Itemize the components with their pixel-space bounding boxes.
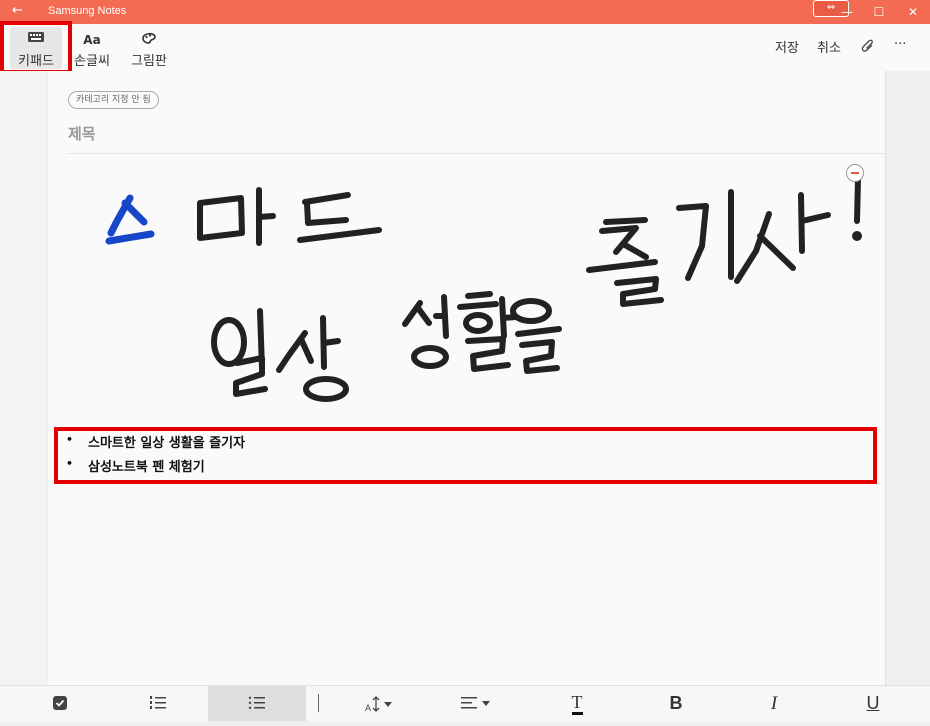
text-color-icon: T — [571, 692, 583, 715]
drawing-mode-button[interactable]: 그림판 — [123, 27, 175, 69]
font-size-icon: A — [365, 696, 392, 713]
italic-button[interactable]: I — [749, 686, 799, 721]
note-toolbar: 키패드 Aa 손글씨 그림판 저장 취소 ··· — [0, 24, 930, 72]
align-button[interactable] — [452, 686, 502, 721]
italic-icon: I — [770, 693, 778, 714]
toolbar-separator — [318, 694, 319, 712]
maximize-button[interactable]: ☐ — [864, 2, 894, 22]
handwriting-mode-button[interactable]: Aa 손글씨 — [66, 27, 118, 69]
remove-drawing-icon[interactable] — [846, 164, 864, 182]
cancel-button[interactable]: 취소 — [817, 37, 841, 56]
handwriting-line-1-blue — [105, 194, 155, 245]
right-margin — [885, 71, 930, 685]
more-options-icon[interactable]: ··· — [894, 37, 906, 52]
minimize-button[interactable]: — — [832, 2, 862, 22]
highlight-keypad-box — [0, 21, 72, 74]
palette-icon — [123, 30, 175, 50]
bullet-list-icon — [248, 696, 265, 709]
title-bar: ← Samsung Notes ⇔ — ☐ ✕ — [0, 0, 930, 24]
font-size-button[interactable]: A — [355, 686, 405, 721]
back-arrow-icon[interactable]: ← — [12, 3, 23, 18]
app-title: Samsung Notes — [48, 5, 127, 17]
checkbox-button[interactable] — [35, 686, 85, 721]
checkbox-icon — [53, 696, 67, 710]
highlight-list-box — [54, 427, 877, 484]
underline-button[interactable]: U — [848, 686, 898, 721]
format-toolbar: A T B I U — [0, 685, 930, 721]
handwriting-icon: Aa — [83, 33, 101, 47]
handwriting-line-1-black — [197, 187, 382, 246]
bold-button[interactable]: B — [651, 686, 701, 721]
drawing-mode-label: 그림판 — [131, 54, 167, 69]
close-button[interactable]: ✕ — [898, 2, 928, 22]
text-color-button[interactable]: T — [552, 686, 602, 721]
bullet-list-button[interactable] — [208, 686, 306, 721]
underline-icon: U — [866, 693, 880, 713]
left-margin — [0, 71, 47, 685]
handwriting-line-2 — [211, 176, 862, 402]
note-page[interactable]: 카테고리 지정 안 됨 제목 • 스마트한 일상 생활을 즐기자 • 삼성노트북… — [47, 71, 886, 685]
save-button[interactable]: 저장 — [775, 37, 799, 56]
align-icon — [461, 697, 490, 709]
handwriting-drawing[interactable] — [48, 71, 885, 411]
attach-icon[interactable] — [861, 38, 875, 58]
numbered-list-button[interactable] — [133, 686, 183, 721]
bold-icon: B — [669, 693, 683, 713]
handwriting-mode-label: 손글씨 — [74, 54, 110, 69]
numbered-list-icon — [150, 696, 166, 709]
svg-text:A: A — [365, 703, 371, 713]
